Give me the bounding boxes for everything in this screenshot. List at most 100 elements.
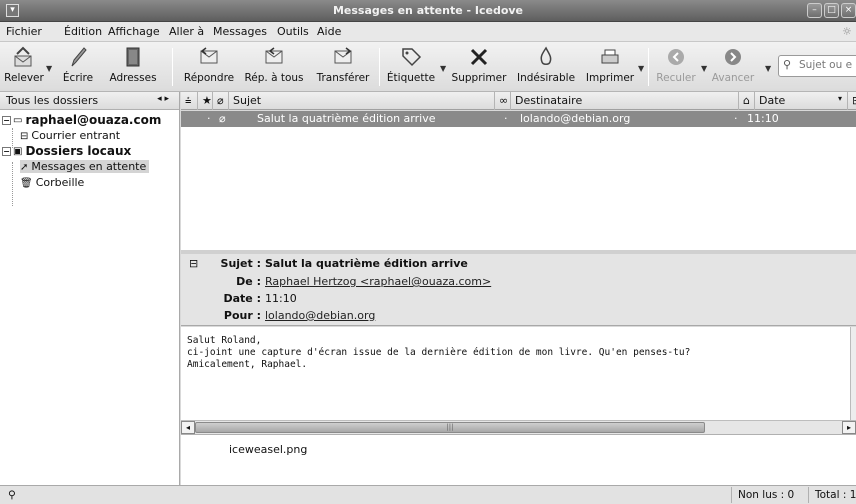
from-link[interactable]: Raphael Hertzog <raphael@ouaza.com>	[265, 275, 491, 288]
write-button[interactable]: Écrire	[56, 45, 100, 89]
get-mail-icon	[14, 46, 32, 67]
menu-edition[interactable]: Édition	[64, 25, 102, 38]
body-vertical-scrollbar[interactable]	[850, 327, 856, 420]
body-line: Salut Roland,	[187, 335, 262, 346]
thread-column-icon[interactable]: ⩮	[181, 92, 198, 110]
address-book-button[interactable]: Adresses	[101, 45, 165, 89]
scroll-left-icon[interactable]: ◂	[181, 421, 195, 434]
thread-dot-icon: ·	[207, 112, 211, 125]
junk-button[interactable]: Indésirable	[513, 45, 579, 89]
minimize-icon[interactable]: –	[807, 3, 822, 18]
forward-button[interactable]: Transférer	[311, 45, 375, 89]
back-label: Reculer	[656, 72, 696, 84]
reply-label: Répondre	[183, 72, 235, 84]
mail-account-icon: ▭	[13, 115, 23, 126]
folder-view-arrows-icon[interactable]: ◂ ▸	[157, 94, 169, 104]
address-book-label: Adresses	[109, 72, 157, 84]
junk-icon	[540, 46, 552, 65]
forward-arrow-icon	[725, 49, 741, 65]
forward-nav-button[interactable]: Avancer	[709, 45, 757, 89]
column-picker-icon[interactable]: ⊟	[848, 92, 856, 110]
main-toolbar: Relever ▼ Écrire Adresses Répondre Rép. …	[0, 42, 856, 92]
offline-status-icon[interactable]: ⚲	[2, 487, 22, 503]
print-dropdown-icon[interactable]: ▼	[638, 64, 644, 73]
table-row[interactable]: · ⌀ Salut la quatrième édition arrive · …	[181, 111, 856, 127]
search-input[interactable]: ⚲ Sujet ou e	[778, 55, 856, 77]
forward-nav-label: Avancer	[711, 72, 755, 84]
folder-outbox[interactable]: ➚ Messages en attente	[20, 160, 150, 173]
menu-messages[interactable]: Messages	[213, 25, 267, 38]
folder-pane: Tous les dossiers ◂ ▸ − ▭ raphael@ouaza.co…	[0, 92, 180, 485]
read-column-icon[interactable]: ∞	[495, 92, 511, 110]
message-body[interactable]: Salut Roland, ci-joint une capture d'écr…	[181, 327, 856, 420]
column-subject[interactable]: Sujet	[229, 92, 495, 110]
scroll-right-icon[interactable]: ▸	[842, 421, 856, 434]
message-list-header: ⩮ ★ ⌀ Sujet ∞ Destinataire ⌂ Date▾ ⊟	[181, 92, 856, 110]
junk-column-icon[interactable]: ⌂	[739, 92, 755, 110]
message-date: 11:10	[747, 112, 779, 125]
star-column-icon[interactable]: ★	[198, 92, 213, 110]
forward-icon	[334, 47, 352, 64]
toolbar-separator	[172, 48, 173, 86]
trash-icon: 🗑	[20, 177, 33, 189]
attachment-pane: iceweasel.png	[181, 434, 856, 485]
date-label: Date :	[223, 292, 261, 305]
folder-account-raphael[interactable]: − ▭ raphael@ouaza.com	[2, 113, 161, 127]
menu-outils[interactable]: Outils	[277, 25, 309, 38]
folder-view-label: Tous les dossiers	[6, 94, 99, 107]
write-label: Écrire	[62, 72, 94, 84]
print-button[interactable]: Imprimer	[581, 45, 639, 89]
body-horizontal-scrollbar[interactable]: ◂ ||| ▸	[181, 420, 856, 434]
close-icon[interactable]: ×	[841, 3, 856, 18]
to-link[interactable]: lolando@debian.org	[265, 309, 375, 322]
delete-button[interactable]: Supprimer	[446, 45, 512, 89]
from-label: De :	[236, 275, 261, 288]
attachment-item[interactable]: iceweasel.png	[229, 443, 307, 456]
reply-icon	[200, 47, 218, 64]
delete-icon	[470, 48, 488, 66]
reply-all-label: Rép. à tous	[244, 72, 304, 84]
menu-aide[interactable]: Aide	[317, 25, 341, 38]
menu-fichier[interactable]: Fichier	[6, 25, 42, 38]
folder-inbox[interactable]: ⊟ Courrier entrant	[20, 129, 120, 142]
collapse-toggle-icon[interactable]: −	[2, 147, 11, 156]
window-title: Messages en attente - Icedove	[332, 4, 524, 17]
reply-button[interactable]: Répondre	[181, 45, 237, 89]
menu-bar: Fichier Édition Affichage Aller à Messag…	[0, 22, 856, 42]
local-folders-icon: ▣	[13, 146, 23, 157]
header-subject-row: Sujet : Salut la quatrième édition arriv…	[181, 257, 856, 273]
forward-label: Transférer	[316, 72, 370, 84]
collapse-toggle-icon[interactable]: −	[2, 116, 11, 125]
search-placeholder: Sujet ou e	[799, 59, 853, 71]
get-mail-button[interactable]: Relever	[2, 45, 46, 89]
back-dropdown-icon[interactable]: ▼	[701, 64, 707, 73]
folder-local-folders[interactable]: − ▣ Dossiers locaux	[2, 144, 131, 158]
column-date[interactable]: Date ▾	[755, 92, 848, 110]
folder-trash[interactable]: 🗑 Corbeille	[20, 176, 84, 189]
reply-all-icon	[265, 47, 283, 64]
body-line: ci-joint une capture d'écran issue de la…	[187, 347, 691, 358]
title-bar: ▾ Messages en attente - Icedove – □ ×	[0, 0, 856, 22]
header-from-row: De : Raphael Hertzog <raphael@ouaza.com>	[181, 275, 856, 291]
reply-all-button[interactable]: Rép. à tous	[239, 45, 309, 89]
maximize-icon[interactable]: □	[824, 3, 839, 18]
message-list-empty-area[interactable]	[181, 127, 856, 250]
folder-pane-header[interactable]: Tous les dossiers ◂ ▸	[0, 92, 179, 110]
delete-label: Supprimer	[451, 72, 507, 84]
message-subject: Salut la quatrième édition arrive	[257, 112, 436, 125]
scroll-thumb[interactable]: |||	[195, 422, 705, 433]
tag-button[interactable]: Étiquette	[383, 45, 439, 89]
menu-aller[interactable]: Aller à	[169, 25, 204, 38]
attachment-column-icon[interactable]: ⌀	[213, 92, 229, 110]
forward-nav-dropdown-icon[interactable]: ▼	[765, 64, 771, 73]
message-headers: ⊟ Sujet : Salut la quatrième édition arr…	[181, 254, 856, 326]
column-recipient[interactable]: Destinataire	[511, 92, 739, 110]
menu-affichage[interactable]: Affichage	[108, 25, 160, 38]
get-mail-dropdown-icon[interactable]: ▼	[46, 64, 52, 73]
sort-indicator-icon: ▾	[837, 94, 842, 103]
message-recipient: lolando@debian.org	[520, 112, 631, 125]
date-value: 11:10	[265, 292, 297, 305]
status-bar: ⚲ Non lus : 0 Total : 1	[0, 485, 856, 504]
back-button[interactable]: Reculer	[652, 45, 700, 89]
body-line: Amicalement, Raphael.	[187, 359, 308, 370]
